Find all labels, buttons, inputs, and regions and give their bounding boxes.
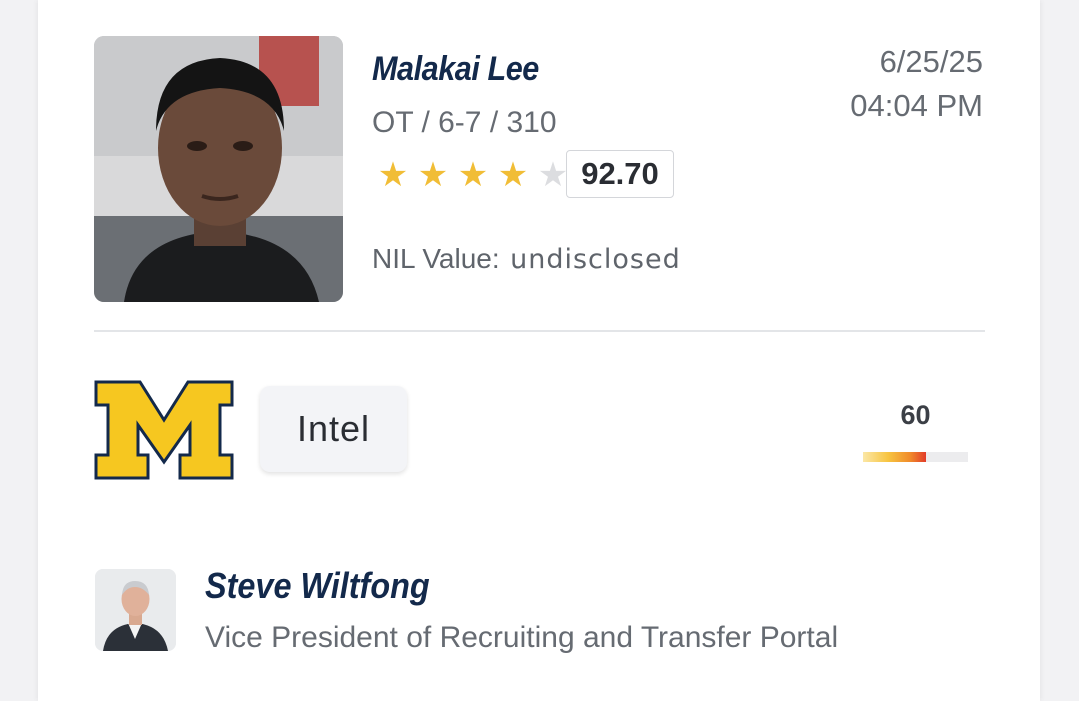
confidence-meter — [863, 452, 968, 462]
author-name[interactable]: Steve Wiltfong — [205, 565, 430, 607]
timestamp-date: 6/25/25 — [879, 44, 983, 79]
player-details: OT / 6-7 / 310 — [372, 106, 557, 139]
timestamp: 6/25/25 04:04 PM — [850, 40, 983, 128]
star-filled-icon: ★ — [377, 156, 409, 194]
author-title: Vice President of Recruiting and Transfe… — [205, 621, 839, 654]
confidence-value: 60 — [900, 400, 931, 430]
timestamp-time: 04:04 PM — [850, 88, 983, 123]
michigan-logo-icon[interactable] — [94, 380, 234, 485]
nil-info: NIL Value: undisclosed — [372, 243, 681, 275]
star-filled-icon: ★ — [457, 156, 489, 194]
author-avatar[interactable] — [95, 569, 176, 651]
intel-badge[interactable]: Intel — [260, 386, 407, 472]
player-name[interactable]: Malakai Lee — [372, 50, 539, 89]
nil-value: undisclosed — [510, 244, 681, 275]
divider — [94, 330, 985, 332]
rating-score: 92.70 — [566, 150, 674, 198]
star-rating: ★ ★ ★ ★ ★ — [373, 157, 573, 193]
star-filled-icon: ★ — [417, 156, 449, 194]
nil-label: NIL Value: — [372, 243, 500, 274]
star-filled-icon: ★ — [497, 156, 529, 194]
confidence-meter-fill — [863, 452, 926, 462]
player-photo[interactable] — [94, 36, 343, 302]
